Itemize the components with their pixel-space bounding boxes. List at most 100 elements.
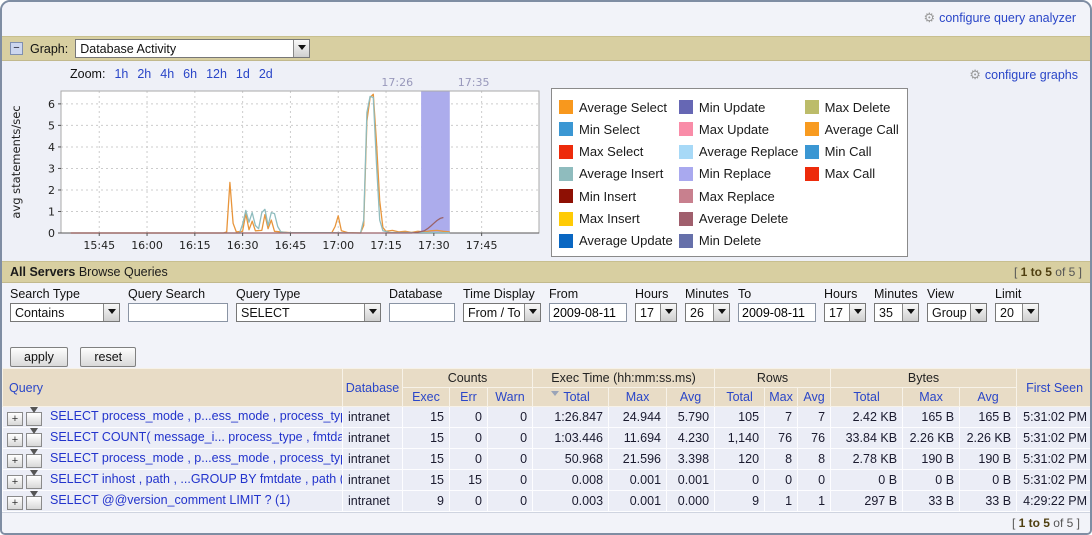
svg-text:3: 3 <box>48 162 55 175</box>
time-display-select-value: From / To <box>464 304 524 321</box>
column-header-err[interactable]: Err <box>450 388 488 407</box>
graph-select[interactable]: Database Activity <box>75 39 310 58</box>
dropdown-arrow-icon <box>293 40 309 57</box>
filter-from-date-label: From <box>549 287 627 301</box>
view-select[interactable]: Group <box>927 303 987 322</box>
query-link[interactable]: SELECT process_mode , p...ess_mode , pro… <box>50 409 343 423</box>
warn-cell: 0 <box>488 491 533 512</box>
query-type-select[interactable]: SELECT <box>236 303 381 322</box>
query-link[interactable]: SELECT process_mode , p...ess_mode , pro… <box>50 451 343 465</box>
column-header-rows-max[interactable]: Max <box>765 388 798 407</box>
triangle-down-icon <box>30 407 38 428</box>
err-cell: 0 <box>450 491 488 512</box>
max-delete-swatch <box>805 100 819 114</box>
expand-row-button[interactable]: + <box>7 475 23 489</box>
exec-cell: 15 <box>403 470 450 491</box>
query-link[interactable]: SELECT COUNT( message_i... process_type … <box>50 430 343 444</box>
to-hours-select[interactable]: 17 <box>824 303 866 322</box>
search-type-select-value: Contains <box>11 304 103 321</box>
dropdown-arrow-icon <box>524 304 540 321</box>
triangle-down-icon <box>30 470 38 491</box>
dropdown-arrow-icon <box>849 304 865 321</box>
column-header-database[interactable]: Database <box>343 369 403 407</box>
to-date-input[interactable] <box>738 303 816 322</box>
legend-label: Max Call <box>825 166 876 181</box>
column-header-first-seen[interactable]: First Seen <box>1017 369 1092 407</box>
svg-text:6: 6 <box>48 98 55 111</box>
to-hours-select-value: 17 <box>825 304 849 321</box>
warn-cell: 0 <box>488 470 533 491</box>
column-header-warn[interactable]: Warn <box>488 388 533 407</box>
rows-max-cell: 0 <box>765 470 798 491</box>
dropdown-arrow-icon <box>713 304 729 321</box>
query-link[interactable]: SELECT @@version_comment LIMIT ? (1) <box>50 493 290 507</box>
sort-descending-icon <box>551 391 559 400</box>
database-input[interactable] <box>389 303 455 322</box>
filter-time-display: Time DisplayFrom / To <box>463 287 541 322</box>
bytes-max-cell: 0 B <box>903 470 960 491</box>
bytes-avg-cell: 0 B <box>960 470 1017 491</box>
from-minutes-select[interactable]: 26 <box>685 303 730 322</box>
reset-button[interactable]: reset <box>80 347 136 367</box>
expand-row-button[interactable]: + <box>7 433 23 447</box>
queries-table: Query Database Counts Exec Time (hh:mm:s… <box>2 368 1092 512</box>
rows-max-cell: 8 <box>765 449 798 470</box>
apply-button[interactable]: apply <box>10 347 68 367</box>
bytes-total-cell: 2.42 KB <box>831 407 903 428</box>
column-header-exec[interactable]: Exec <box>403 388 450 407</box>
min-insert-swatch <box>559 189 573 203</box>
search-type-select[interactable]: Contains <box>10 303 120 322</box>
expand-row-button[interactable]: + <box>7 454 23 468</box>
exec-cell: 15 <box>403 407 450 428</box>
activity-chart-svg: 012345615:4516:0016:1516:3016:4517:0017:… <box>8 77 548 255</box>
column-header-exec-avg[interactable]: Avg <box>667 388 715 407</box>
legend-item-max-replace: Max Replace <box>679 185 801 207</box>
bytes-max-cell: 165 B <box>903 407 960 428</box>
column-header-exec-total[interactable]: Total <box>533 388 609 407</box>
filter-database-label: Database <box>389 287 455 301</box>
filter-actions: apply reset <box>2 338 1090 368</box>
configure-query-analyzer-link[interactable]: ⚙ configure query analyzer <box>923 10 1076 26</box>
svg-text:16:30: 16:30 <box>227 239 259 252</box>
configure-graphs-link[interactable]: ⚙ configure graphs <box>969 67 1078 83</box>
legend-item-min-update: Min Update <box>679 96 801 118</box>
column-header-bytes-total[interactable]: Total <box>831 388 903 407</box>
from-hours-select[interactable]: 17 <box>635 303 677 322</box>
time-display-select[interactable]: From / To <box>463 303 541 322</box>
column-header-rows-avg[interactable]: Avg <box>798 388 831 407</box>
filter-database: Database <box>389 287 455 322</box>
filter-query-type-label: Query Type <box>236 287 381 301</box>
dropdown-arrow-icon <box>1022 304 1038 321</box>
row-menu-button[interactable] <box>26 496 42 510</box>
column-header-rows-total[interactable]: Total <box>715 388 765 407</box>
row-menu-button[interactable] <box>26 433 42 447</box>
min-call-swatch <box>805 145 819 159</box>
collapse-graph-button[interactable]: − <box>10 42 23 55</box>
database-cell: intranet <box>343 449 403 470</box>
filter-view: View Group <box>927 287 987 322</box>
column-header-bytes-max[interactable]: Max <box>903 388 960 407</box>
expand-row-button[interactable]: + <box>7 412 23 426</box>
column-header-exec-max[interactable]: Max <box>609 388 667 407</box>
database-cell: intranet <box>343 428 403 449</box>
row-menu-button[interactable] <box>26 475 42 489</box>
query-link[interactable]: SELECT inhost , path , ...GROUP BY fmtda… <box>50 472 343 486</box>
row-menu-button[interactable] <box>26 454 42 468</box>
filter-query-search-label: Query Search <box>128 287 228 301</box>
row-menu-button[interactable] <box>26 412 42 426</box>
expand-row-button[interactable]: + <box>7 496 23 510</box>
from-hours-select-value: 17 <box>636 304 660 321</box>
to-minutes-select[interactable]: 35 <box>874 303 919 322</box>
filter-view-label: View <box>927 287 987 301</box>
column-header-bytes-avg[interactable]: Avg <box>960 388 1017 407</box>
first-seen-cell: 5:31:02 PM <box>1017 470 1092 491</box>
filter-limit: Limit20 <box>995 287 1039 322</box>
query-search-input[interactable] <box>128 303 228 322</box>
from-date-input[interactable] <box>549 303 627 322</box>
limit-select[interactable]: 20 <box>995 303 1039 322</box>
chart-legend: Average SelectMin SelectMax SelectAverag… <box>551 88 908 257</box>
svg-text:15:45: 15:45 <box>83 239 115 252</box>
column-header-query[interactable]: Query <box>3 369 343 407</box>
first-seen-cell: 5:31:02 PM <box>1017 449 1092 470</box>
filter-to-date: To <box>738 287 816 322</box>
